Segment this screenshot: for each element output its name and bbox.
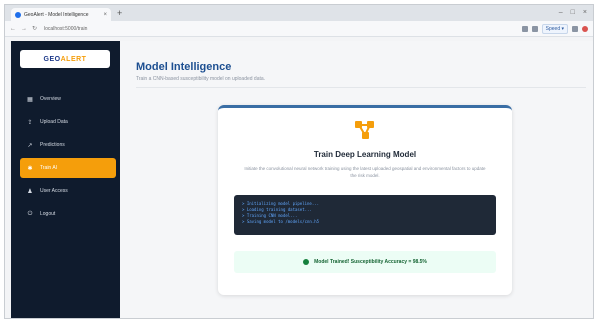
chart-icon: ↗ — [27, 142, 33, 149]
browser-tab[interactable]: GeoAlert - Model Intelligence × — [11, 8, 111, 21]
train-model-card: Train Deep Learning Model Initiate the c… — [218, 105, 512, 295]
sidebar-item-label: Upload Data — [40, 119, 68, 125]
sidebar: GEO ALERT ▦ Overview ⇪ Upload Data ↗ Pred… — [11, 41, 120, 318]
grid-icon: ▦ — [27, 96, 33, 103]
sidebar-item-overview[interactable]: ▦ Overview — [20, 89, 116, 109]
log-line: > Saving model to /models/cnn.h5 — [242, 219, 320, 224]
logo-text-primary: GEO — [43, 55, 61, 63]
window-controls: – □ × — [559, 7, 587, 19]
forward-button[interactable]: → — [21, 26, 27, 32]
sidebar-item-train-ai[interactable]: ✱ Train AI — [20, 158, 116, 178]
training-result-banner: Model Trained! Susceptibility Accuracy =… — [234, 251, 496, 273]
training-log-console: > Initializing model pipeline... > Loadi… — [234, 195, 496, 235]
account-icon[interactable] — [582, 25, 588, 32]
result-text: Model Trained! Susceptibility Accuracy =… — [314, 259, 427, 265]
logo-text-accent: ALERT — [60, 55, 87, 63]
main-content: Model Intelligence Train a CNN-based sus… — [120, 41, 593, 318]
brain-icon: ✱ — [27, 165, 33, 172]
network-icon — [355, 121, 374, 139]
browser-window: GeoAlert - Model Intelligence × + – □ × … — [4, 4, 594, 319]
sidebar-nav: ▦ Overview ⇪ Upload Data ↗ Predictions ✱… — [20, 89, 116, 227]
sidebar-item-upload-data[interactable]: ⇪ Upload Data — [20, 112, 116, 132]
tab-close-icon[interactable]: × — [103, 12, 107, 18]
users-icon: ♟ — [27, 188, 33, 195]
card-description: Initiate the convolutional neural networ… — [244, 166, 486, 178]
page-subtitle: Train a CNN-based susceptibility model o… — [136, 76, 266, 82]
logout-icon: ⏻ — [27, 210, 33, 217]
tab-title: GeoAlert - Model Intelligence — [24, 11, 89, 18]
app-logo[interactable]: GEO ALERT — [20, 50, 110, 68]
maximize-button[interactable]: □ — [571, 7, 575, 19]
address-bar-actions: Speed ▾ — [521, 23, 588, 34]
settings-icon[interactable] — [572, 25, 578, 32]
sidebar-item-label: Overview — [40, 96, 61, 102]
card-title: Train Deep Learning Model — [313, 150, 417, 159]
sidebar-item-logout[interactable]: ⏻ Logout — [20, 204, 116, 224]
new-tab-button[interactable]: + — [117, 7, 122, 19]
page-title: Model Intelligence — [136, 61, 232, 73]
check-icon — [303, 259, 310, 265]
browser-tab-bar: GeoAlert - Model Intelligence × + – □ × — [5, 5, 593, 21]
bookmark-icon[interactable] — [531, 25, 538, 32]
sidebar-item-predictions[interactable]: ↗ Predictions — [20, 135, 116, 155]
sidebar-item-label: Predictions — [40, 142, 65, 148]
divider — [136, 87, 586, 88]
minimize-button[interactable]: – — [559, 7, 563, 19]
extension-icon[interactable] — [521, 25, 528, 32]
upload-icon: ⇪ — [27, 119, 33, 126]
url-field[interactable]: localhost:5000/train — [44, 26, 87, 32]
favicon-icon — [15, 11, 21, 18]
back-button[interactable]: ← — [10, 26, 16, 32]
close-window-button[interactable]: × — [583, 7, 587, 19]
reload-button[interactable]: ↻ — [32, 25, 37, 32]
profile-chip[interactable]: Speed ▾ — [541, 23, 568, 34]
sidebar-item-user-access[interactable]: ♟ User Access — [20, 181, 116, 201]
sidebar-item-label: Logout — [40, 211, 56, 217]
sidebar-item-label: Train AI — [40, 165, 58, 171]
address-bar: ← → ↻ localhost:5000/train Speed ▾ — [5, 21, 593, 37]
sidebar-item-label: User Access — [40, 188, 68, 194]
